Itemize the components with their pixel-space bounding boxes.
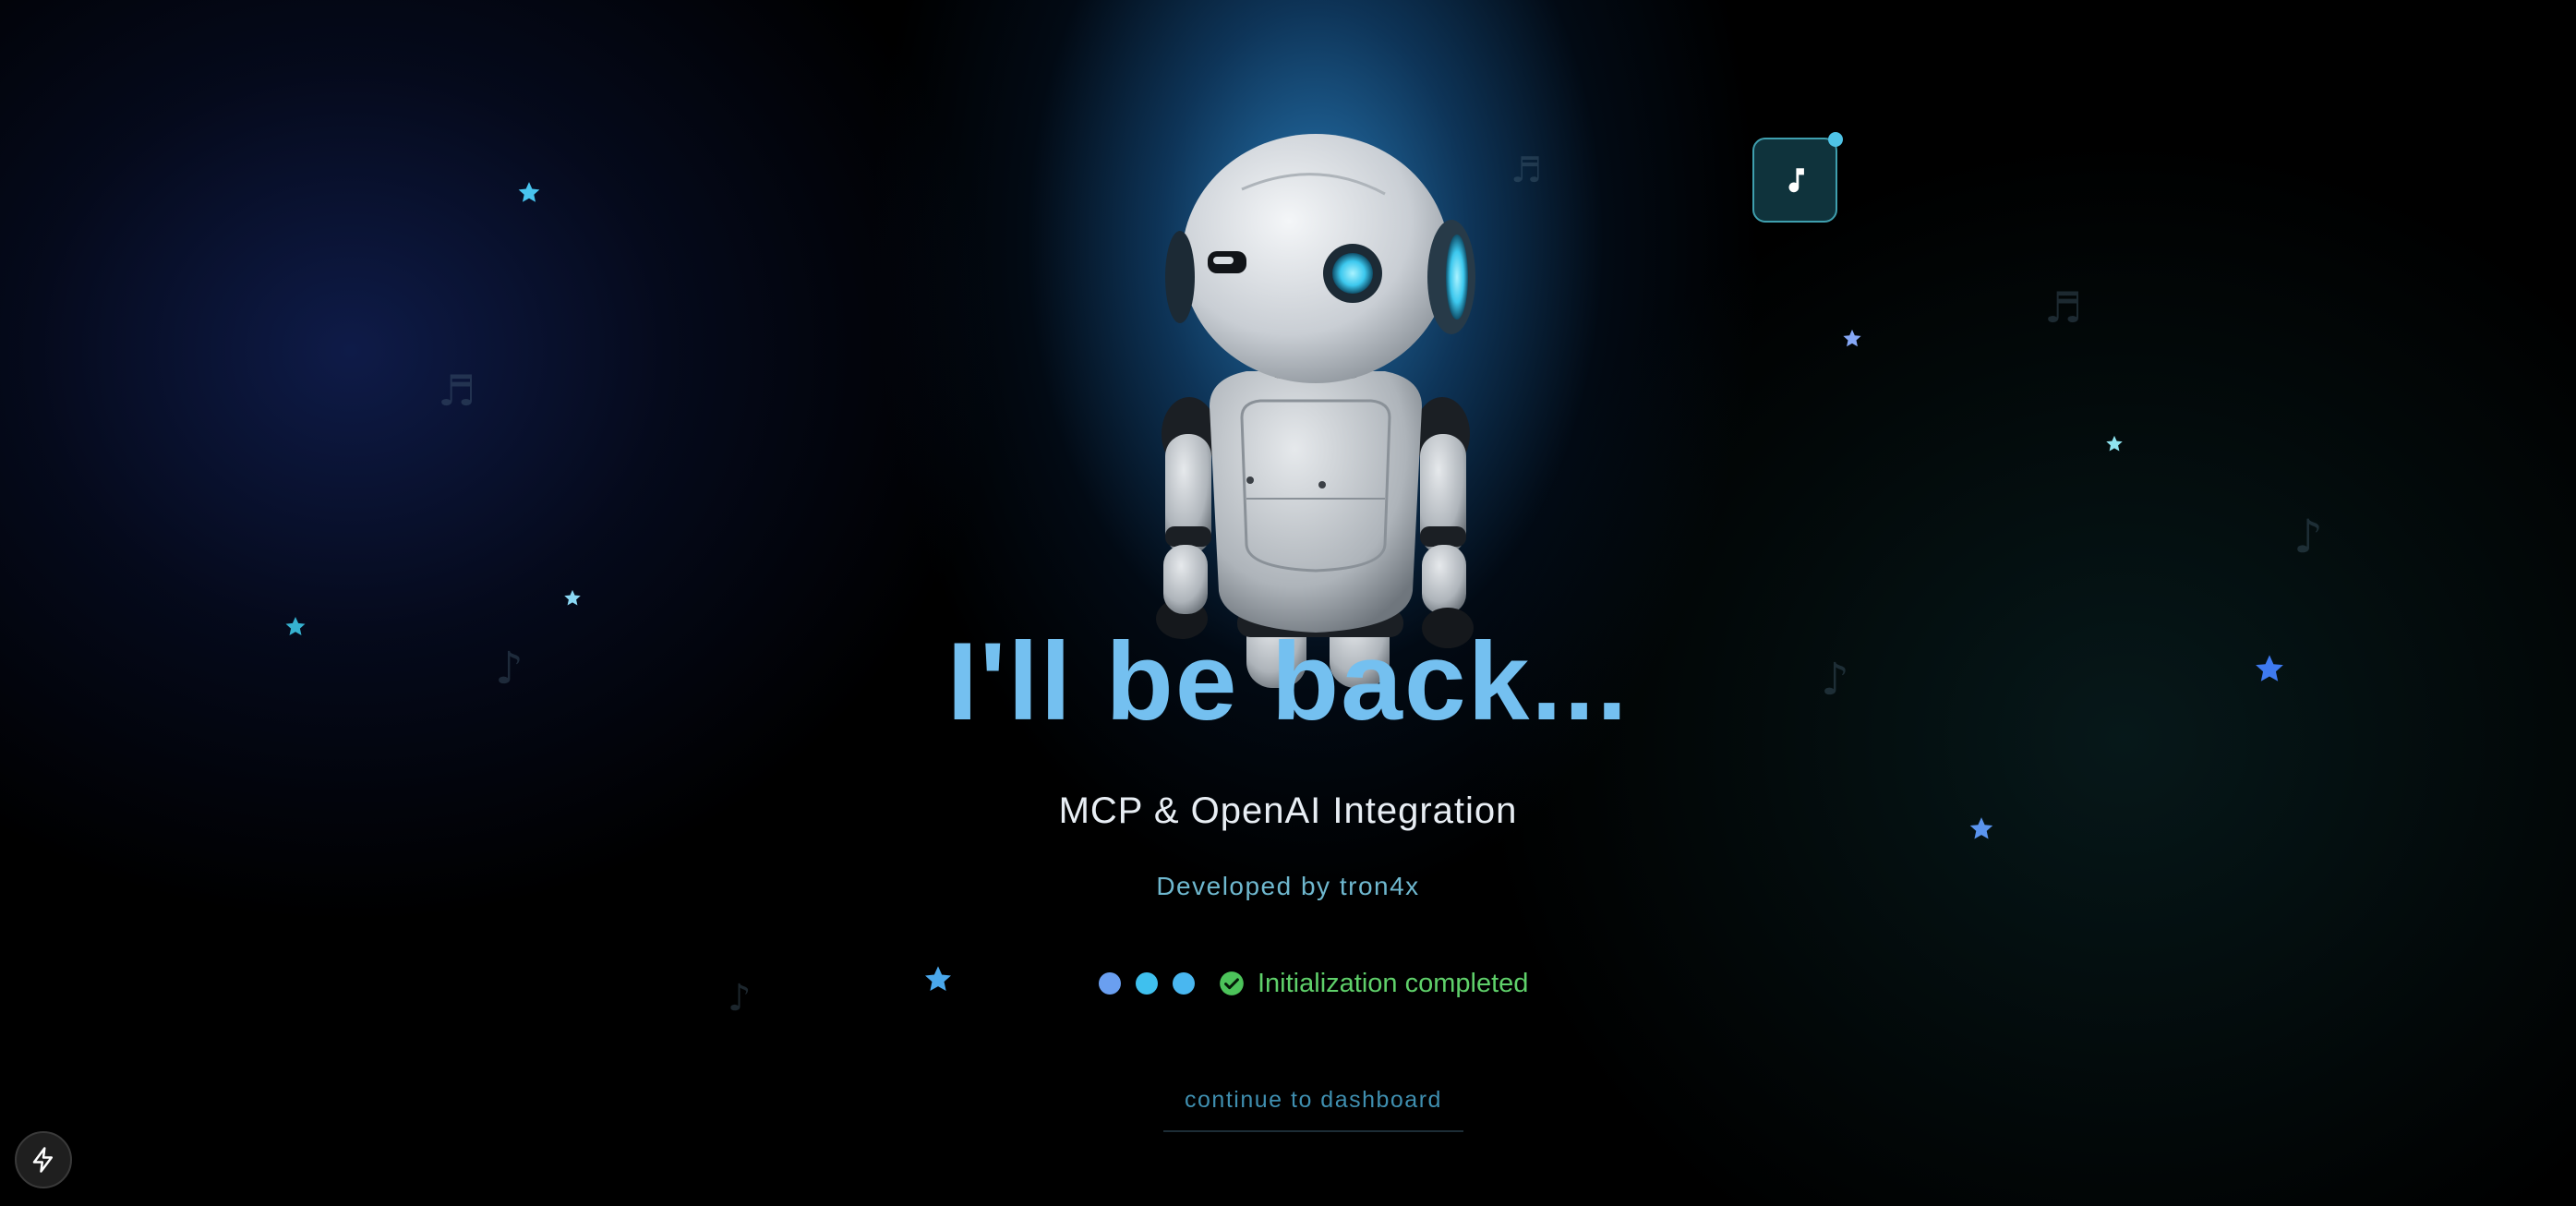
music-note-icon — [1788, 168, 1804, 193]
loading-dot — [1099, 972, 1121, 995]
dev-indicator-button[interactable] — [15, 1131, 72, 1188]
status-text: Initialization completed — [1258, 968, 1529, 998]
lightning-bolt-icon — [32, 1147, 53, 1173]
music-note-icon: ♬ — [2044, 283, 2083, 332]
headline: I'll be back... — [946, 620, 1630, 743]
robot-illustration — [1156, 134, 1475, 688]
music-note-icon: ♬ — [438, 366, 476, 416]
check-circle-icon — [1220, 971, 1244, 995]
star-icon — [2106, 435, 2123, 452]
developer-credit: Developed by tron4x — [1156, 872, 1420, 900]
loading-dot — [1136, 972, 1158, 995]
notification-dot — [1828, 132, 1843, 147]
star-icon — [1843, 329, 1861, 347]
star-icon — [518, 182, 540, 202]
subtitle: MCP & OpenAI Integration — [1058, 790, 1518, 831]
continue-to-dashboard-link[interactable]: continue to dashboard — [1163, 1087, 1463, 1132]
star-icon — [925, 966, 951, 991]
loading-dot — [1173, 972, 1195, 995]
music-note-icon: ♪ — [2293, 510, 2323, 563]
music-toggle-button[interactable] — [1752, 132, 1843, 223]
status-indicator: Initialization completed — [1099, 960, 1528, 1007]
music-note-icon: ♪ — [728, 977, 752, 1019]
splash-screen: ♬ ♪ ♪ ♬ ♬ ♪ ♪ I'll be back... MCP & Open… — [0, 0, 2576, 1206]
star-icon — [564, 589, 581, 606]
